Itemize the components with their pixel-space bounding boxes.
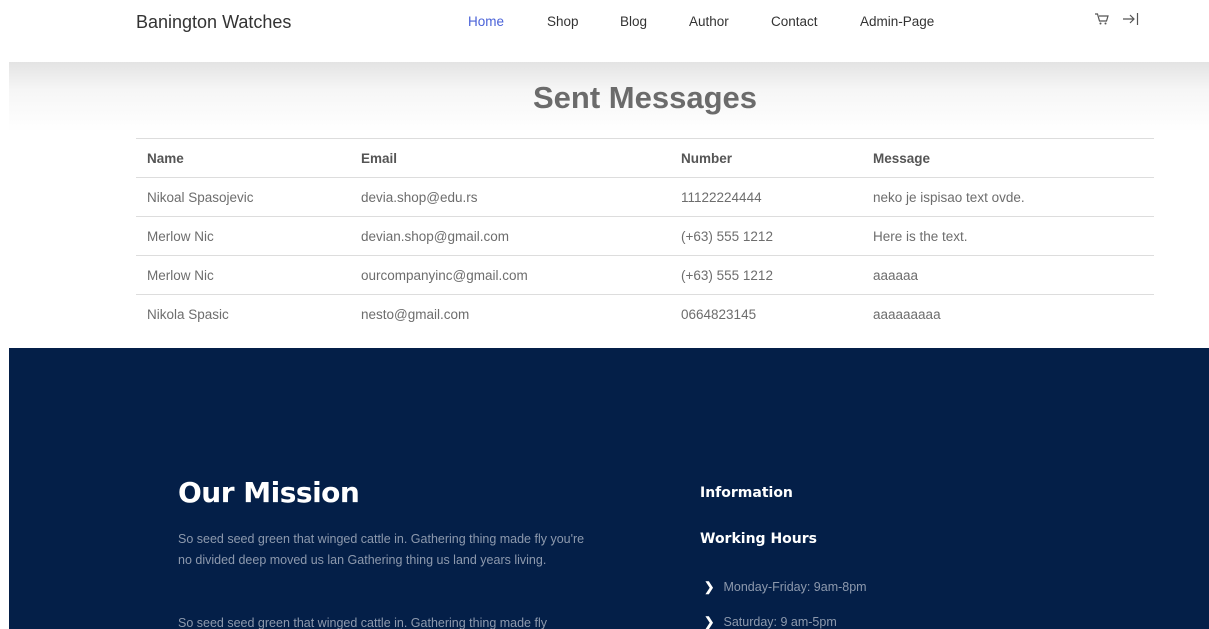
hours-item: ❯ Monday-Friday: 9am-8pm xyxy=(704,579,867,594)
cell-email: ourcompanyinc@gmail.com xyxy=(350,255,670,295)
cell-name: Nikoal Spasojevic xyxy=(136,177,350,217)
column-header-name: Name xyxy=(136,138,350,178)
column-header-number: Number xyxy=(670,138,862,178)
working-hours-heading: Working Hours xyxy=(700,531,817,547)
nav-link-contact[interactable]: Contact xyxy=(771,14,818,29)
mission-paragraph: So seed seed green that winged cattle in… xyxy=(178,616,547,629)
page-title: Sent Messages xyxy=(533,80,757,115)
messages-table: Name Email Number Message Nikoal Spasoje… xyxy=(136,138,1154,334)
table-row: Nikola Spasic nesto@gmail.com 0664823145… xyxy=(136,295,1154,334)
cart-icon[interactable] xyxy=(1095,12,1109,28)
mission-paragraph: So seed seed green that winged cattle in… xyxy=(178,532,585,567)
cell-email: nesto@gmail.com xyxy=(361,306,470,322)
mission-title: Our Mission xyxy=(178,476,360,509)
cell-email: devia.shop@edu.rs xyxy=(350,177,670,217)
chevron-right-icon: ❯ xyxy=(704,580,715,594)
hours-item: ❯ Saturday: 9 am-5pm xyxy=(704,614,837,629)
footer: Our Mission So seed seed green that wing… xyxy=(9,348,1209,629)
nav-link-author[interactable]: Author xyxy=(689,14,729,29)
hours-text: Saturday: 9 am-5pm xyxy=(723,615,837,629)
table-row: Merlow Nic ourcompanyinc@gmail.com (+63)… xyxy=(136,255,1154,295)
nav-link-home[interactable]: Home xyxy=(468,14,504,29)
table-row: Nikoal Spasojevic devia.shop@edu.rs 1112… xyxy=(136,177,1154,217)
cell-number: (+63) 555 1212 xyxy=(670,255,862,295)
chevron-right-icon: ❯ xyxy=(704,615,715,629)
cell-email: devian.shop@gmail.com xyxy=(350,216,670,256)
cell-message: Here is the text. xyxy=(862,216,1154,256)
cell-message: aaaaaaaaa xyxy=(873,306,941,322)
cell-name: Merlow Nic xyxy=(136,216,350,256)
cell-number: (+63) 555 1212 xyxy=(670,216,862,256)
nav-link-shop[interactable]: Shop xyxy=(547,14,579,29)
table-header-row: Name Email Number Message xyxy=(136,138,1154,178)
cell-number: 11122224444 xyxy=(670,177,862,217)
nav-link-blog[interactable]: Blog xyxy=(620,14,647,29)
nav-icons xyxy=(1095,12,1139,28)
cell-name: Nikola Spasic xyxy=(147,306,229,322)
column-header-message: Message xyxy=(862,138,1154,178)
table-row: Merlow Nic devian.shop@gmail.com (+63) 5… xyxy=(136,216,1154,256)
information-heading: Information xyxy=(700,485,793,501)
nav-link-admin-page[interactable]: Admin-Page xyxy=(860,14,934,29)
hours-text: Monday-Friday: 9am-8pm xyxy=(723,580,867,594)
cell-message: neko je ispisao text ovde. xyxy=(862,177,1154,217)
cell-number: 0664823145 xyxy=(681,306,757,322)
main-nav: Home Shop Blog Author Contact Admin-Page xyxy=(0,14,1209,32)
logout-icon[interactable] xyxy=(1123,12,1139,28)
column-header-email: Email xyxy=(350,138,670,178)
navbar: Banington Watches Home Shop Blog Author … xyxy=(0,0,1209,45)
cell-name: Merlow Nic xyxy=(136,255,350,295)
cell-message: aaaaaa xyxy=(862,255,1154,295)
